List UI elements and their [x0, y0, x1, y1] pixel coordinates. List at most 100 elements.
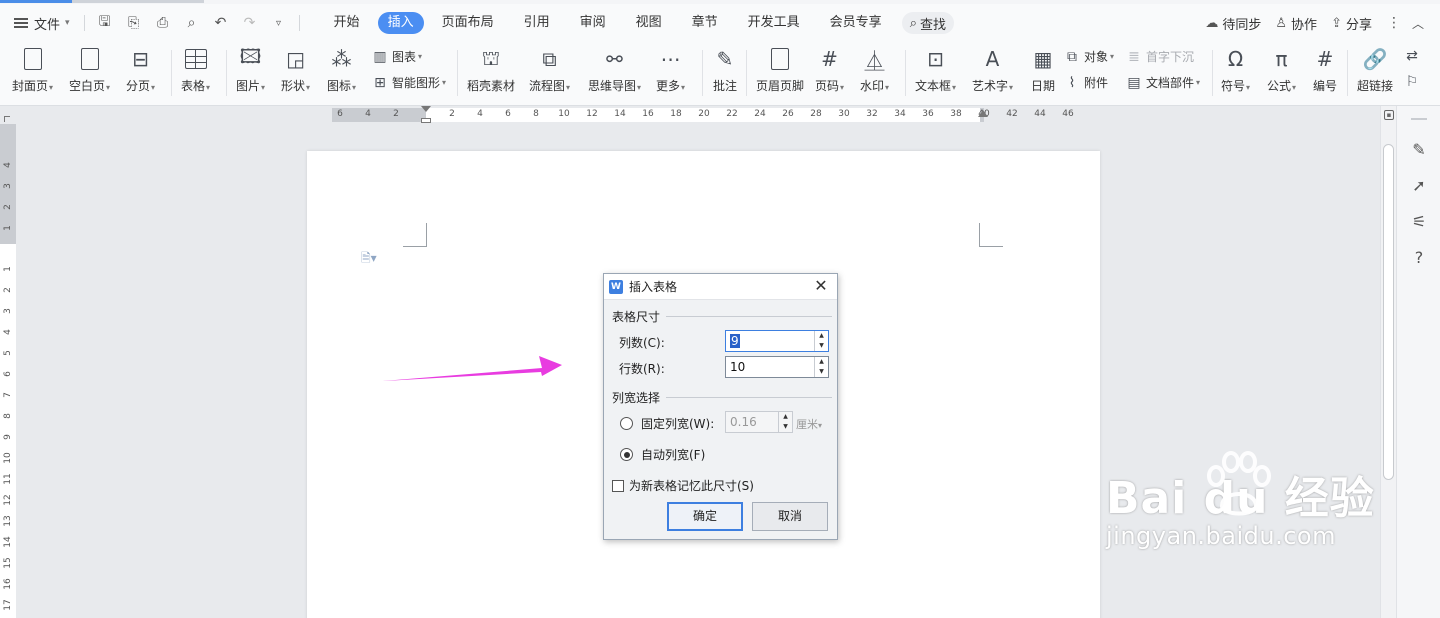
cancel-button[interactable]: 取消 — [752, 502, 828, 531]
undo-icon[interactable]: ↶ — [212, 15, 230, 31]
mindmap-button[interactable]: ⚯ 思维导图▾ — [588, 44, 641, 94]
share-icon: ⇪ — [1331, 15, 1342, 31]
stepper-down-icon[interactable]: ▼ — [815, 367, 828, 377]
dialog-titlebar[interactable]: W 插入表格 ✕ — [604, 274, 837, 300]
fixed-width-radio[interactable]: 固定列宽(W): — [620, 415, 714, 432]
format-painter-icon[interactable]: ⎘ — [125, 15, 143, 31]
close-icon[interactable]: ✕ — [813, 278, 829, 294]
help-icon[interactable]: ? — [1409, 248, 1429, 268]
drop-cap-button[interactable]: ≣ 首字下沉 — [1126, 48, 1194, 65]
print-preview-icon[interactable]: ⌕ — [183, 15, 201, 31]
blank-page-icon — [76, 44, 104, 74]
ruler-tick-label: 6 — [337, 109, 343, 119]
smart-art-button[interactable]: ⊞ 智能图形 ▾ — [372, 74, 446, 91]
picture-button[interactable]: 🖾 图片▾ — [236, 44, 265, 94]
checkbox[interactable] — [612, 479, 624, 492]
ok-button[interactable]: 确定 — [667, 502, 743, 531]
unit-select[interactable]: 厘米▾ — [796, 416, 822, 432]
chart-button[interactable]: ▥ 图表 ▾ — [372, 48, 422, 65]
remember-size-checkbox[interactable]: 为新表格记忆此尺寸(S) — [612, 477, 754, 494]
object-button[interactable]: ⧉ 对象 ▾ — [1064, 48, 1114, 65]
stepper-up-icon[interactable]: ▲ — [779, 412, 792, 422]
attachment-button[interactable]: ⌇ 附件 — [1064, 74, 1108, 91]
tab-stop-selector-icon[interactable] — [4, 116, 10, 122]
date-button[interactable]: ▦ 日期 — [1029, 44, 1057, 94]
stepper-up-icon[interactable]: ▲ — [815, 357, 828, 367]
redo-icon[interactable]: ↷ — [241, 15, 259, 31]
more-button[interactable]: ⋯ 更多▾ — [656, 44, 685, 94]
vertical-ruler[interactable]: 4 3 2 1 1 2 3 4 5 6 7 8 9 10 11 12 13 14 15 16 17 — [0, 124, 16, 618]
symbol-button[interactable]: Ω 符号▾ — [1221, 44, 1250, 94]
numbering-button[interactable]: # 编号 — [1311, 44, 1339, 94]
tab-view[interactable]: 视图 — [624, 12, 674, 34]
watermark-icon: ⏅ — [864, 48, 885, 73]
header-footer-button[interactable]: 页眉页脚 — [756, 44, 804, 94]
indent-marker-icon[interactable] — [421, 106, 431, 124]
doc-parts-button[interactable]: ▤ 文档部件 ▾ — [1126, 74, 1200, 91]
stepper-arrows[interactable]: ▲ ▼ — [814, 357, 828, 377]
stepper-up-icon[interactable]: ▲ — [815, 331, 828, 341]
blank-page-button[interactable]: 空白页▾ — [69, 44, 110, 94]
icon-button[interactable]: ⁂ 图标▾ — [327, 44, 356, 94]
file-menu[interactable]: 文件 ▾ — [14, 11, 70, 35]
search-box[interactable]: ⌕ 查找 — [901, 12, 954, 34]
crossref-button[interactable]: ⇄ — [1404, 48, 1424, 64]
page-number-button[interactable]: # 页码▾ — [815, 44, 844, 94]
wordart-button[interactable]: A 艺术字▾ — [972, 44, 1013, 94]
fixed-width-stepper[interactable]: 0.16 ▲ ▼ — [725, 411, 793, 433]
scrollbar-thumb[interactable] — [1383, 144, 1394, 480]
comment-button[interactable]: ✎ 批注 — [711, 44, 739, 94]
cursor-icon[interactable]: ➚ — [1409, 176, 1429, 196]
tab-home[interactable]: 开始 — [322, 12, 372, 34]
link-icon: 🔗 — [1362, 47, 1388, 71]
bookmark-button[interactable]: ⚐ — [1404, 74, 1424, 90]
ribbon-tabs: 开始 插入 页面布局 引用 审阅 视图 章节 开发工具 会员专享 ⌕ 查找 — [322, 11, 954, 35]
save-icon[interactable]: 🖫 — [96, 11, 114, 35]
stepper-arrows[interactable]: ▲ ▼ — [814, 331, 828, 351]
tab-review[interactable]: 审阅 — [568, 12, 618, 34]
table-button[interactable]: 表格▾ — [181, 44, 210, 94]
chevron-down-icon: ▾ — [1009, 83, 1014, 92]
rows-stepper[interactable]: 10 ▲ ▼ — [725, 356, 829, 378]
stepper-down-icon[interactable]: ▼ — [779, 422, 792, 432]
collaborate-button[interactable]: ♙ 协作 — [1275, 14, 1317, 33]
docer-material-button[interactable]: ⛫ 稻壳素材 — [467, 44, 515, 94]
tab-insert[interactable]: 插入 — [377, 12, 424, 34]
formula-button[interactable]: π 公式▾ — [1267, 44, 1296, 94]
fixed-width-input[interactable]: 0.16 — [726, 412, 778, 432]
tab-page-layout[interactable]: 页面布局 — [430, 12, 506, 34]
flowchart-button[interactable]: ⧉ 流程图▾ — [529, 44, 570, 94]
stepper-down-icon[interactable]: ▼ — [815, 341, 828, 351]
share-button[interactable]: ⇪ 分享 — [1331, 14, 1372, 33]
rows-input[interactable]: 10 — [726, 357, 814, 377]
sync-button[interactable]: ☁ 待同步 — [1205, 14, 1261, 33]
pen-icon[interactable]: ✎ — [1409, 140, 1429, 160]
paragraph-options-icon[interactable]: 🗎▾ — [361, 249, 377, 270]
customize-toolbar-icon[interactable]: ▿ — [270, 18, 288, 29]
collapse-ribbon-icon[interactable]: ︿ — [1412, 15, 1424, 32]
vertical-scrollbar[interactable]: ▪ — [1380, 106, 1396, 618]
auto-width-radio[interactable]: 自动列宽(F) — [620, 446, 705, 463]
tab-sections[interactable]: 章节 — [680, 12, 730, 34]
horizontal-ruler[interactable]: 6 4 2 2 4 6 8 10 12 14 16 18 20 22 24 26 28 30 32 34 36 38 40 4… — [0, 106, 1440, 124]
columns-stepper[interactable]: 9 ▲ ▼ — [725, 330, 829, 352]
radio-button[interactable] — [620, 417, 633, 430]
columns-input[interactable]: 9 — [726, 331, 814, 351]
tab-references[interactable]: 引用 — [512, 12, 562, 34]
tab-member[interactable]: 会员专享 — [818, 12, 894, 34]
watermark-button[interactable]: ⏅ 水印▾ — [860, 44, 889, 94]
more-options-icon[interactable]: ⋮ — [1386, 15, 1402, 31]
cover-page-button[interactable]: 封面页▾ — [12, 44, 53, 94]
print-icon[interactable]: ⎙ — [154, 15, 172, 31]
hyperlink-button[interactable]: 🔗 超链接 — [1357, 44, 1393, 94]
page-break-button[interactable]: ⊟ 分页▾ — [126, 44, 155, 94]
sliders-icon[interactable]: ⚟ — [1409, 212, 1429, 232]
numbering-icon: # — [1316, 47, 1334, 71]
textbox-button[interactable]: ⊡ 文本框▾ — [915, 44, 956, 94]
split-view-icon[interactable]: ▪ — [1384, 110, 1394, 120]
shape-button[interactable]: ◲ 形状▾ — [281, 44, 310, 94]
stepper-arrows[interactable]: ▲ ▼ — [778, 412, 792, 432]
radio-button-selected[interactable] — [620, 448, 633, 461]
right-indent-marker-icon[interactable] — [978, 110, 988, 117]
tab-developer[interactable]: 开发工具 — [736, 12, 812, 34]
